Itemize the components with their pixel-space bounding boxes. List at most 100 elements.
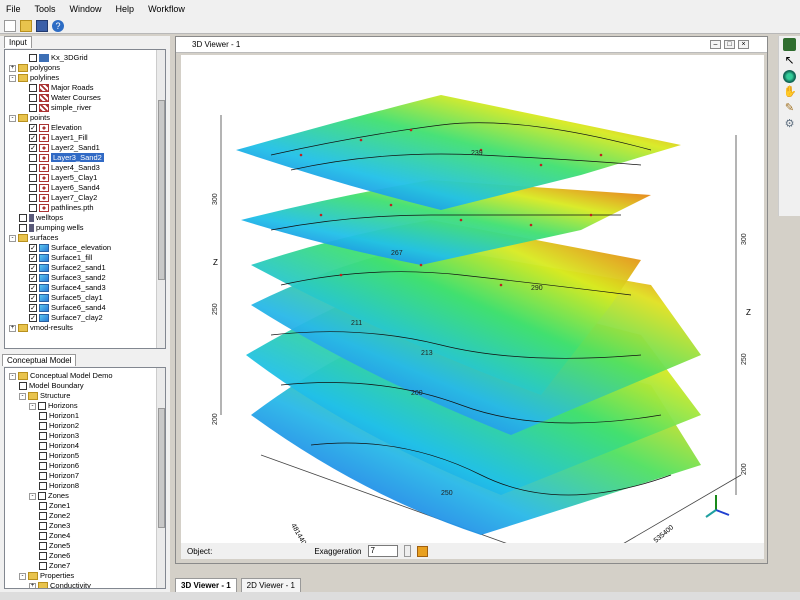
- checkbox[interactable]: [39, 522, 47, 531]
- checkbox[interactable]: [39, 482, 47, 491]
- checkbox[interactable]: [19, 382, 27, 391]
- checkbox[interactable]: [29, 94, 37, 103]
- checkbox[interactable]: [29, 184, 37, 193]
- input-tree-item[interactable]: ✓ Surface2_sand1: [29, 263, 106, 273]
- restore-button[interactable]: □: [724, 40, 735, 49]
- checkbox[interactable]: ✓: [29, 144, 37, 153]
- model-tree-item[interactable]: Horizon5: [39, 451, 79, 461]
- input-tree-item[interactable]: welltops: [19, 213, 63, 223]
- checkbox[interactable]: ✓: [29, 304, 37, 313]
- checkbox[interactable]: [29, 84, 37, 93]
- save-icon[interactable]: [36, 19, 48, 32]
- input-scrollbar[interactable]: [156, 50, 165, 348]
- collapse-icon[interactable]: -: [9, 234, 16, 242]
- checkbox[interactable]: [29, 154, 37, 163]
- checkbox[interactable]: [29, 194, 37, 203]
- measure-icon[interactable]: ⚙: [783, 118, 796, 131]
- rotate-icon[interactable]: [783, 70, 796, 83]
- checkbox[interactable]: [29, 174, 37, 183]
- checkbox[interactable]: ✓: [29, 294, 37, 303]
- checkbox[interactable]: [29, 204, 37, 213]
- checkbox[interactable]: ✓: [29, 284, 37, 293]
- exaggeration-input[interactable]: 7: [367, 545, 398, 557]
- input-tree-item[interactable]: ✓ Surface7_clay2: [29, 313, 103, 323]
- exaggeration-stepper-icon[interactable]: [403, 545, 411, 557]
- input-tree-item[interactable]: Layer7_Clay2: [29, 193, 97, 203]
- checkbox[interactable]: [39, 472, 47, 481]
- checkbox[interactable]: [39, 452, 47, 461]
- model-tree-item[interactable]: Horizon1: [39, 411, 79, 421]
- input-tree-item[interactable]: ✓ Surface3_sand2: [29, 273, 106, 283]
- expand-icon[interactable]: +: [9, 324, 16, 332]
- model-tree-item[interactable]: Horizon4: [39, 441, 79, 451]
- input-tree-item[interactable]: ✓ Layer2_Sand1: [29, 143, 100, 153]
- checkbox[interactable]: [19, 214, 27, 223]
- model-tree-item[interactable]: - Horizons: [29, 401, 78, 411]
- input-tree-item[interactable]: Layer3_Sand2: [29, 153, 104, 163]
- checkbox[interactable]: [38, 492, 46, 501]
- menu-item-workflow[interactable]: Workflow: [148, 4, 185, 14]
- view-reset-icon[interactable]: [783, 38, 796, 51]
- checkbox[interactable]: ✓: [29, 314, 37, 323]
- collapse-icon[interactable]: -: [9, 74, 16, 82]
- checkbox[interactable]: [39, 422, 47, 431]
- input-tree-item[interactable]: ✓ Surface4_sand3: [29, 283, 106, 293]
- input-tree-item[interactable]: Major Roads: [29, 83, 94, 93]
- model-tree-item[interactable]: - Zones: [29, 491, 69, 501]
- input-tree-item[interactable]: Layer4_Sand3: [29, 163, 100, 173]
- 3d-canvas[interactable]: 239 267 290 211 213 200 250 Z Z 300 250 200 300 2…: [181, 55, 764, 550]
- input-tree-item[interactable]: simple_river: [29, 103, 91, 113]
- input-tree-item[interactable]: ✓ Surface6_sand4: [29, 303, 106, 313]
- model-tree-item[interactable]: - Properties: [19, 571, 74, 581]
- pointer-icon[interactable]: ↖: [783, 54, 796, 67]
- input-tree-item[interactable]: Water Courses: [29, 93, 101, 103]
- input-tree-item[interactable]: ✓ Surface_elevation: [29, 243, 111, 253]
- menu-item-tools[interactable]: Tools: [35, 4, 56, 14]
- model-tree-item[interactable]: Horizon3: [39, 431, 79, 441]
- input-tree-item[interactable]: ✓ Elevation: [29, 123, 82, 133]
- checkbox[interactable]: [39, 512, 47, 521]
- checkbox[interactable]: [19, 224, 27, 233]
- model-tree-item[interactable]: Horizon6: [39, 461, 79, 471]
- model-tree-item[interactable]: Horizon8: [39, 481, 79, 491]
- collapse-icon[interactable]: -: [29, 402, 36, 410]
- checkbox[interactable]: [29, 54, 37, 63]
- checkbox[interactable]: [39, 532, 47, 541]
- input-tree-item[interactable]: pumping wells: [19, 223, 84, 233]
- menu-item-file[interactable]: File: [6, 4, 21, 14]
- collapse-icon[interactable]: -: [19, 572, 26, 580]
- checkbox[interactable]: ✓: [29, 244, 37, 253]
- checkbox[interactable]: [39, 542, 47, 551]
- model-tree-item[interactable]: Zone1: [39, 501, 70, 511]
- tab-input[interactable]: Input: [4, 36, 32, 48]
- model-tree-item[interactable]: Zone2: [39, 511, 70, 521]
- collapse-icon[interactable]: -: [29, 492, 36, 500]
- input-tree-item[interactable]: ✓ Surface5_clay1: [29, 293, 103, 303]
- checkbox[interactable]: [38, 402, 46, 411]
- collapse-icon[interactable]: -: [19, 392, 26, 400]
- checkbox[interactable]: ✓: [29, 134, 37, 143]
- input-tree-item[interactable]: - polylines: [9, 73, 59, 83]
- collapse-icon[interactable]: -: [9, 372, 16, 380]
- minimize-button[interactable]: –: [710, 40, 721, 49]
- input-tree-item[interactable]: + polygons: [9, 63, 60, 73]
- menu-item-window[interactable]: Window: [70, 4, 102, 14]
- input-tree-item[interactable]: pathlines.pth: [29, 203, 94, 213]
- input-tree-item[interactable]: - points: [9, 113, 50, 123]
- input-tree-item[interactable]: Kx_3DGrid: [29, 53, 88, 63]
- tab-conceptual-model[interactable]: Conceptual Model: [2, 354, 77, 366]
- model-tree-item[interactable]: Zone5: [39, 541, 70, 551]
- checkbox[interactable]: ✓: [29, 274, 37, 283]
- expand-icon[interactable]: +: [9, 64, 16, 72]
- input-tree-item[interactable]: ✓ Surface1_fill: [29, 253, 92, 263]
- checkbox[interactable]: [39, 562, 47, 571]
- model-scrollbar[interactable]: [156, 368, 165, 588]
- close-button[interactable]: ×: [738, 40, 749, 49]
- home-icon[interactable]: [416, 545, 428, 557]
- model-tree-item[interactable]: + Conductivity: [29, 581, 91, 588]
- zoom-icon[interactable]: ✎: [783, 102, 796, 115]
- model-tree-item[interactable]: - Conceptual Model Demo: [9, 371, 113, 381]
- checkbox[interactable]: [39, 502, 47, 511]
- input-tree-item[interactable]: ✓ Layer1_Fill: [29, 133, 88, 143]
- input-tree-item[interactable]: + vmod-results: [9, 323, 73, 333]
